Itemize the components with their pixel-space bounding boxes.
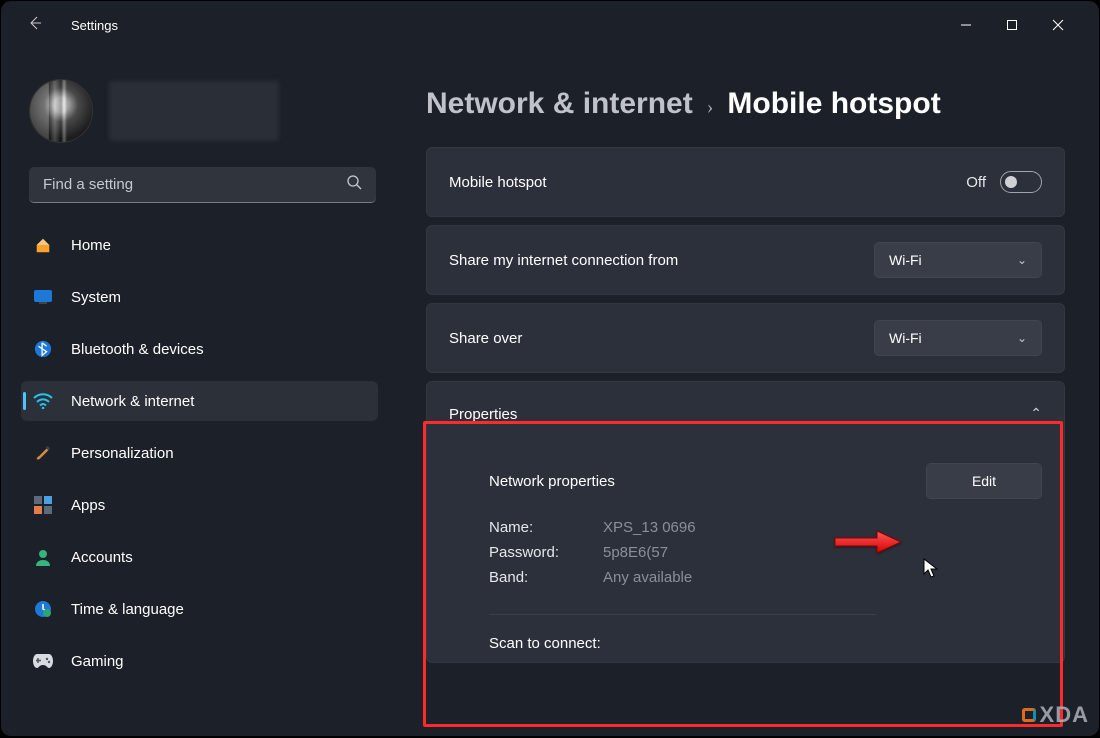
password-label: Password:: [489, 544, 603, 561]
watermark: XDA: [1022, 702, 1089, 728]
search-icon: [346, 174, 362, 195]
share-from-label: Share my internet connection from: [449, 252, 874, 269]
sidebar-item-label: System: [71, 289, 121, 306]
sidebar-item-label: Gaming: [71, 653, 124, 670]
properties-header[interactable]: Properties ⌃: [427, 382, 1064, 445]
page-title: Mobile hotspot: [727, 87, 940, 121]
sidebar-item-bluetooth[interactable]: Bluetooth & devices: [21, 329, 378, 369]
hotspot-state: Off: [966, 174, 986, 191]
bluetooth-icon: [33, 339, 53, 359]
properties-panel: Properties ⌃ Network properties Edit Nam…: [426, 381, 1065, 663]
hotspot-label: Mobile hotspot: [449, 174, 966, 191]
password-value: 5p8E6(57: [603, 544, 1042, 561]
chevron-down-icon: ⌄: [1017, 253, 1027, 268]
settings-window: Settings Home: [1, 1, 1099, 736]
name-label: Name:: [489, 519, 603, 536]
watermark-text: XDA: [1040, 702, 1089, 728]
band-value: Any available: [603, 569, 1042, 586]
chevron-up-icon: ⌃: [1030, 406, 1042, 423]
chevron-down-icon: ⌄: [1017, 331, 1027, 346]
window-title: Settings: [71, 18, 118, 33]
combo-value: Wi-Fi: [889, 252, 922, 268]
wifi-icon: [33, 391, 53, 411]
sidebar-item-label: Network & internet: [71, 393, 194, 410]
sidebar-item-gaming[interactable]: Gaming: [21, 641, 378, 681]
sidebar-item-label: Time & language: [71, 601, 184, 618]
band-label: Band:: [489, 569, 603, 586]
properties-title: Properties: [449, 406, 1030, 423]
properties-grid: Name: XPS_13 0696 Password: 5p8E6(57 Ban…: [489, 519, 1042, 586]
name-value: XPS_13 0696: [603, 519, 1042, 536]
maximize-button[interactable]: [989, 5, 1035, 45]
home-icon: [33, 235, 53, 255]
combo-value: Wi-Fi: [889, 330, 922, 346]
sidebar-item-label: Accounts: [71, 549, 133, 566]
account-name-redacted: [109, 81, 279, 141]
main-content: Network & internet › Mobile hotspot Mobi…: [396, 49, 1099, 736]
sidebar-item-accounts[interactable]: Accounts: [21, 537, 378, 577]
sidebar-item-label: Apps: [71, 497, 105, 514]
gaming-icon: [33, 651, 53, 671]
sidebar-item-home[interactable]: Home: [21, 225, 378, 265]
sidebar-item-personalization[interactable]: Personalization: [21, 433, 378, 473]
sidebar-item-label: Bluetooth & devices: [71, 341, 204, 358]
apps-icon: [33, 495, 53, 515]
sidebar-item-time[interactable]: Time & language: [21, 589, 378, 629]
chevron-right-icon: ›: [707, 96, 714, 119]
search-input[interactable]: [43, 176, 346, 193]
edit-button[interactable]: Edit: [926, 463, 1042, 499]
accounts-icon: [33, 547, 53, 567]
back-button[interactable]: [27, 15, 47, 36]
close-button[interactable]: [1035, 5, 1081, 45]
search-box[interactable]: [29, 167, 376, 203]
share-over-row: Share over Wi-Fi ⌄: [426, 303, 1065, 373]
titlebar: Settings: [1, 1, 1099, 49]
minimize-button[interactable]: [943, 5, 989, 45]
time-icon: [33, 599, 53, 619]
scan-to-connect-label: Scan to connect:: [489, 614, 876, 652]
share-over-label: Share over: [449, 330, 874, 347]
hotspot-toggle-row: Mobile hotspot Off: [426, 147, 1065, 217]
avatar: [29, 79, 93, 143]
sidebar: Home System Bluetooth & devices Network …: [1, 49, 396, 736]
system-icon: [33, 287, 53, 307]
sidebar-item-label: Home: [71, 237, 111, 254]
nav: Home System Bluetooth & devices Network …: [21, 225, 384, 693]
account-profile[interactable]: [21, 49, 384, 167]
breadcrumb: Network & internet › Mobile hotspot: [426, 87, 1065, 121]
sidebar-item-network[interactable]: Network & internet: [21, 381, 378, 421]
network-properties-label: Network properties: [489, 473, 926, 490]
sidebar-item-apps[interactable]: Apps: [21, 485, 378, 525]
sidebar-item-label: Personalization: [71, 445, 174, 462]
share-from-combo[interactable]: Wi-Fi ⌄: [874, 242, 1042, 278]
watermark-icon: [1022, 708, 1036, 722]
brush-icon: [33, 443, 53, 463]
breadcrumb-parent[interactable]: Network & internet: [426, 87, 693, 121]
share-over-combo[interactable]: Wi-Fi ⌄: [874, 320, 1042, 356]
sidebar-item-system[interactable]: System: [21, 277, 378, 317]
share-from-row: Share my internet connection from Wi-Fi …: [426, 225, 1065, 295]
hotspot-switch[interactable]: [1000, 171, 1042, 193]
